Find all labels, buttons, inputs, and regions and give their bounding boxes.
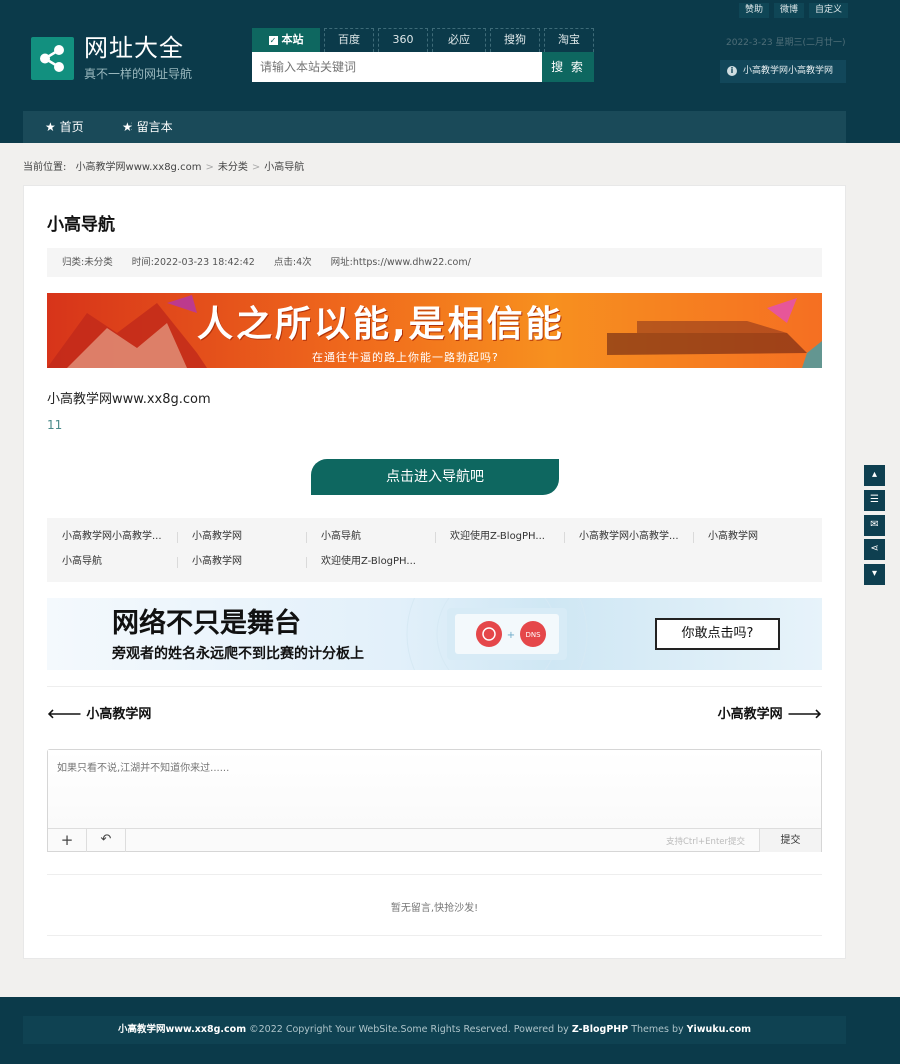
link-divider xyxy=(435,532,436,543)
footer-themes-text: Themes by xyxy=(628,1024,687,1035)
divider xyxy=(47,935,822,936)
tab-engine-360[interactable]: 360 xyxy=(378,28,428,52)
tab-engine-sogou[interactable]: 搜狗 xyxy=(490,28,540,52)
scroll-bottom-icon[interactable]: ▾ xyxy=(864,564,885,585)
star-icon: ★ xyxy=(45,120,56,134)
link-divider xyxy=(177,532,178,543)
related-link[interactable]: 小高导航 xyxy=(62,555,172,569)
article-body-number: 11 xyxy=(47,418,63,432)
meta-clicks: 点击:4次 xyxy=(273,257,312,268)
banner-headline: 人之所以能,是相信能 xyxy=(197,304,565,345)
main-nav: ★ 首页 ⋮ ★ 留言本 xyxy=(23,111,846,143)
link-divider xyxy=(306,532,307,543)
check-icon: ✓ xyxy=(268,36,278,45)
footer-theme-link[interactable]: Yiwuku.com xyxy=(687,1024,751,1035)
scroll-top-icon[interactable]: ▴ xyxy=(864,465,885,486)
breadcrumb-category[interactable]: 未分类 xyxy=(218,162,248,173)
meta-category: 归类:未分类 xyxy=(62,257,113,268)
star-icon: ★ xyxy=(122,120,133,134)
top-links: 赞助 微博 自定义 xyxy=(734,3,848,18)
link-divider xyxy=(177,557,178,568)
reply-icon[interactable]: ↶ xyxy=(87,829,126,852)
footer: 小高教学网www.xx8g.com ©2022 Copyright Your W… xyxy=(0,997,900,1064)
submit-button[interactable]: 提交 xyxy=(759,829,821,852)
breadcrumb-current: 小高导航 xyxy=(264,162,305,173)
related-link[interactable]: 小高教学网小高教学... xyxy=(579,530,689,544)
footer-powered-link[interactable]: Z-BlogPHP xyxy=(572,1024,628,1035)
tab-engine-baidu[interactable]: 百度 xyxy=(324,28,374,52)
breadcrumb-label: 当前位置: xyxy=(23,162,67,173)
svg-text:DNS: DNS xyxy=(525,631,541,639)
comment-textarea[interactable] xyxy=(48,750,821,828)
divider xyxy=(47,874,822,875)
list-icon[interactable]: ☰ xyxy=(864,490,885,511)
related-links: 小高教学网小高教学... 小高教学网 小高导航 欢迎使用Z-BlogPH... … xyxy=(47,518,822,582)
ad-banner-bottom[interactable]: + DNS 网络不只是舞台 旁观者的姓名永远爬不到比赛的计分板上 你敢点击吗? xyxy=(47,598,822,670)
nav-item-home[interactable]: ★ 首页 xyxy=(45,111,84,143)
tab-engine-site[interactable]: ✓ 本站 xyxy=(252,28,320,52)
related-link[interactable]: 欢迎使用Z-BlogPH... xyxy=(450,530,560,544)
search-input[interactable] xyxy=(252,52,542,82)
banner-subline: 在通往牛逼的路上你能一路勃起吗? xyxy=(312,351,499,364)
logo-icon[interactable] xyxy=(31,37,74,80)
arrow-right-icon: 🡒 xyxy=(787,707,822,722)
footer-copyright: 小高教学网www.xx8g.com ©2022 Copyright Your W… xyxy=(23,1016,846,1044)
link-divider xyxy=(306,557,307,568)
prev-post-link[interactable]: 🡐 小高教学网 xyxy=(47,703,151,722)
info-icon: i xyxy=(727,66,737,76)
toplink-sponsor[interactable]: 赞助 xyxy=(738,3,769,18)
svg-text:+: + xyxy=(507,630,515,641)
search-engine-tabs: ✓ 本站 百度 360 必应 搜狗 淘宝 xyxy=(252,28,598,52)
chat-icon[interactable]: ✉ xyxy=(864,515,885,536)
breadcrumb: 当前位置: 小高教学网www.xx8g.com > 未分类 > 小高导航 xyxy=(23,162,305,173)
toplink-customize[interactable]: 自定义 xyxy=(808,3,848,18)
article-meta: 归类:未分类 时间:2022-03-23 18:42:42 点击:4次 网址:h… xyxy=(47,248,822,277)
footer-site-link[interactable]: 小高教学网www.xx8g.com xyxy=(118,1024,246,1035)
toplink-weibo[interactable]: 微博 xyxy=(773,3,804,18)
tab-engine-bing[interactable]: 必应 xyxy=(432,28,486,52)
submit-hint: 支持Ctrl+Enter提交 xyxy=(665,837,745,847)
page-title: 小高导航 xyxy=(47,215,115,235)
nav-item-guestbook[interactable]: ★ 留言本 xyxy=(122,111,173,143)
article-card: 小高导航 归类:未分类 时间:2022-03-23 18:42:42 点击:4次… xyxy=(23,185,846,959)
next-post-link[interactable]: 小高教学网 🡒 xyxy=(718,703,822,722)
header: 赞助 微博 自定义 网址大全 真不一样的网址导航 ✓ 本站 百度 360 必应 搜… xyxy=(0,0,900,143)
date-display: 2022-3-23 星期三(二月廿一) xyxy=(726,38,846,48)
empty-comments: 暂无留言,快抢沙发! xyxy=(390,903,479,914)
footer-copyright-text: ©2022 Copyright Your WebSite.Some Rights… xyxy=(246,1024,572,1035)
meta-url: 网址:https://www.dhw22.com/ xyxy=(330,257,471,268)
banner2-subline: 旁观者的姓名永远爬不到比赛的计分板上 xyxy=(112,646,364,662)
notice-bar[interactable]: i 小高教学网小高教学网 xyxy=(720,60,846,83)
related-link[interactable]: 小高教学网小高教学... xyxy=(62,530,172,544)
ad-banner-top[interactable]: 人之所以能,是相信能 在通往牛逼的路上你能一路勃起吗? xyxy=(47,293,822,368)
banner2-headline: 网络不只是舞台 xyxy=(112,608,301,639)
divider xyxy=(47,686,822,687)
enter-nav-button[interactable]: 点击进入导航吧 xyxy=(311,459,559,495)
meta-time: 时间:2022-03-23 18:42:42 xyxy=(131,257,255,268)
related-link[interactable]: 小高教学网 xyxy=(192,555,302,569)
article-body-text: 小高教学网www.xx8g.com xyxy=(47,392,211,407)
logo-title[interactable]: 网址大全 xyxy=(84,33,184,63)
related-link[interactable]: 小高导航 xyxy=(321,530,431,544)
breadcrumb-home[interactable]: 小高教学网www.xx8g.com xyxy=(76,162,202,173)
related-link[interactable]: 小高教学网 xyxy=(708,530,818,544)
tab-engine-taobao[interactable]: 淘宝 xyxy=(544,28,594,52)
plus-icon[interactable]: + xyxy=(48,829,87,852)
link-divider xyxy=(564,532,565,543)
related-link[interactable]: 欢迎使用Z-BlogPH... xyxy=(321,555,431,569)
related-link[interactable]: 小高教学网 xyxy=(192,530,302,544)
search-button[interactable]: 搜 索 xyxy=(542,52,594,82)
banner2-button[interactable]: 你敢点击吗? xyxy=(655,618,780,650)
comment-box: + ↶ 支持Ctrl+Enter提交 提交 xyxy=(47,749,822,852)
share-icon[interactable]: ⋖ xyxy=(864,539,885,560)
logo-subtitle: 真不一样的网址导航 xyxy=(84,67,193,81)
link-divider xyxy=(693,532,694,543)
comment-toolbar: + ↶ 支持Ctrl+Enter提交 提交 xyxy=(48,828,821,852)
arrow-left-icon: 🡐 xyxy=(47,707,82,722)
